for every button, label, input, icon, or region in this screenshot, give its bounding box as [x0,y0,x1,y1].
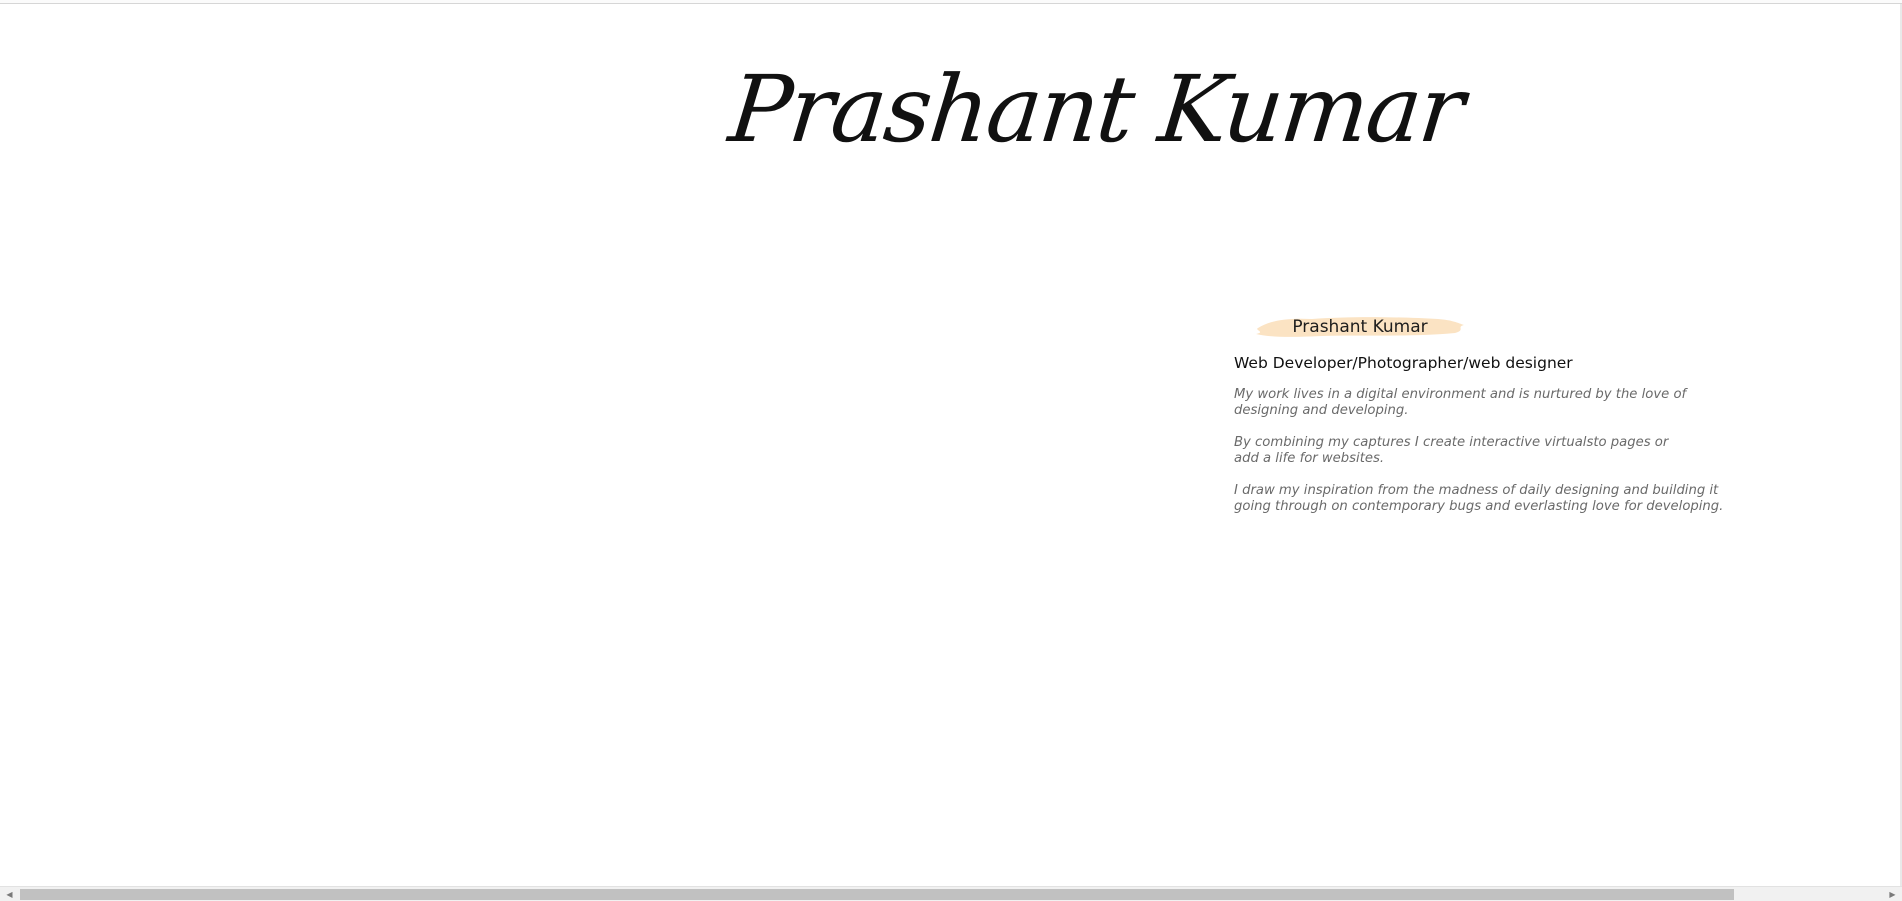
horizontal-scrollbar[interactable]: ◀ ▶ [0,886,1902,901]
about-paragraph: By combining my captures I create intera… [1234,435,1669,466]
hero-signature-title: Prashant Kumar [724,56,1468,163]
window-top-border [0,0,1902,4]
about-paragraph: I draw my inspiration from the madness o… [1234,483,1724,514]
chevron-right-icon[interactable]: ▶ [1884,887,1901,901]
badge-name-text: Prashant Kumar [1292,317,1428,337]
about-section: Prashant Kumar Web Developer/Photographe… [1234,312,1754,515]
chevron-left-icon[interactable]: ◀ [1,887,18,901]
role-heading: Web Developer/Photographer/web designer [1234,354,1573,372]
name-badge: Prashant Kumar [1252,312,1468,342]
about-paragraph: My work lives in a digital environment a… [1234,387,1687,418]
scrollbar-thumb[interactable] [20,889,1734,900]
